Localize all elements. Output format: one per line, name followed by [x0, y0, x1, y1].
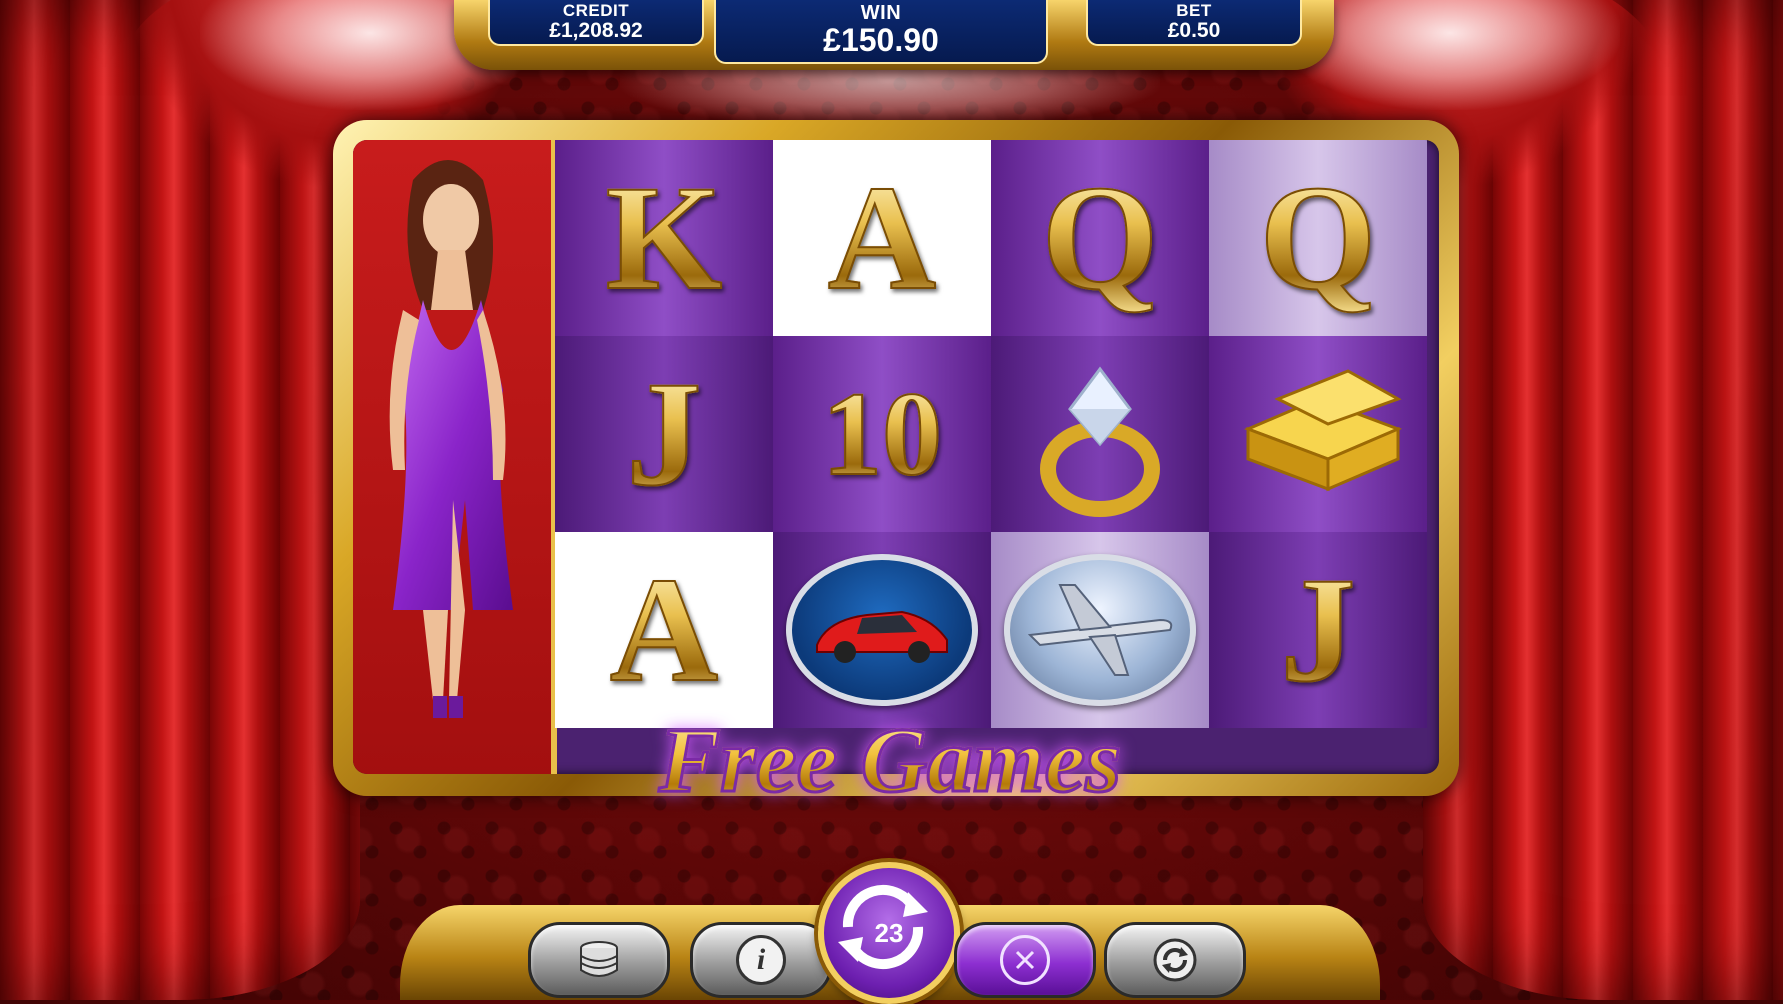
info-button[interactable]: i: [690, 922, 832, 998]
credit-label: CREDIT: [562, 1, 630, 20]
symbol-jack: J: [1280, 547, 1357, 713]
bet-value: £0.50: [1167, 19, 1221, 42]
info-icon: i: [736, 935, 786, 985]
win-label: WIN: [860, 2, 902, 24]
diamond-ring-icon: [1040, 366, 1160, 517]
symbol-cell: 10: [773, 336, 991, 532]
private-jet-icon: [1004, 554, 1196, 706]
symbol-cell: [773, 532, 991, 728]
symbol-ten: 10: [821, 367, 943, 500]
reel-frame: K J A A 10 Q Q J: [333, 120, 1459, 796]
symbol-cell: [1209, 336, 1427, 532]
autoplay-cancel-icon: [1000, 935, 1050, 985]
symbol-cell: A: [555, 532, 773, 728]
autoplay-stop-button[interactable]: [954, 922, 1096, 998]
symbol-cell: K: [555, 140, 773, 336]
win-meter: WIN £150.90: [714, 0, 1048, 64]
gold-bars-icon: [1243, 369, 1403, 492]
symbol-cell: Q: [991, 140, 1209, 336]
symbol-cell: [991, 336, 1209, 532]
symbol-queen: Q: [1259, 155, 1378, 321]
symbol-queen: Q: [1041, 155, 1160, 321]
reel-3: Q: [991, 140, 1211, 774]
reel-1: K J A: [555, 140, 775, 774]
reel-4: Q J: [1209, 140, 1429, 774]
coin-stack-icon: [580, 941, 618, 977]
bet-label: BET: [1176, 1, 1212, 20]
symbol-cell: J: [1209, 532, 1427, 728]
symbol-cell: A: [773, 140, 991, 336]
bet-meter: BET £0.50: [1086, 0, 1302, 46]
credit-value: £1,208.92: [549, 19, 643, 42]
credit-meter: CREDIT £1,208.92: [488, 0, 704, 46]
reel-area: K J A A 10 Q Q J: [353, 140, 1439, 774]
symbol-ace: A: [609, 547, 719, 713]
free-spins-counter-button[interactable]: 23: [818, 862, 960, 1004]
info-glyph: i: [756, 943, 766, 976]
free-spins-remaining: 23: [874, 917, 904, 948]
symbol-jack: J: [626, 351, 703, 517]
character-portrait: [353, 140, 557, 774]
symbol-cell: Q: [1209, 140, 1427, 336]
symbol-ace: A: [827, 155, 937, 321]
symbol-king: K: [605, 155, 724, 321]
symbol-cell: J: [555, 336, 773, 532]
reel-2: A 10: [773, 140, 993, 774]
replay-button[interactable]: [1104, 922, 1246, 998]
sports-car-icon: [786, 554, 978, 706]
stake-button[interactable]: [528, 922, 670, 998]
symbol-cell: [991, 532, 1209, 728]
free-games-banner: Free Games: [640, 700, 1140, 820]
refresh-icon: [1153, 938, 1197, 982]
character-reel: [353, 140, 557, 774]
win-value: £150.90: [823, 22, 939, 58]
woman-in-purple-dress-icon: [389, 160, 513, 718]
meter-bar: CREDIT £1,208.92 WIN £150.90 BET £0.50: [454, 0, 1334, 70]
